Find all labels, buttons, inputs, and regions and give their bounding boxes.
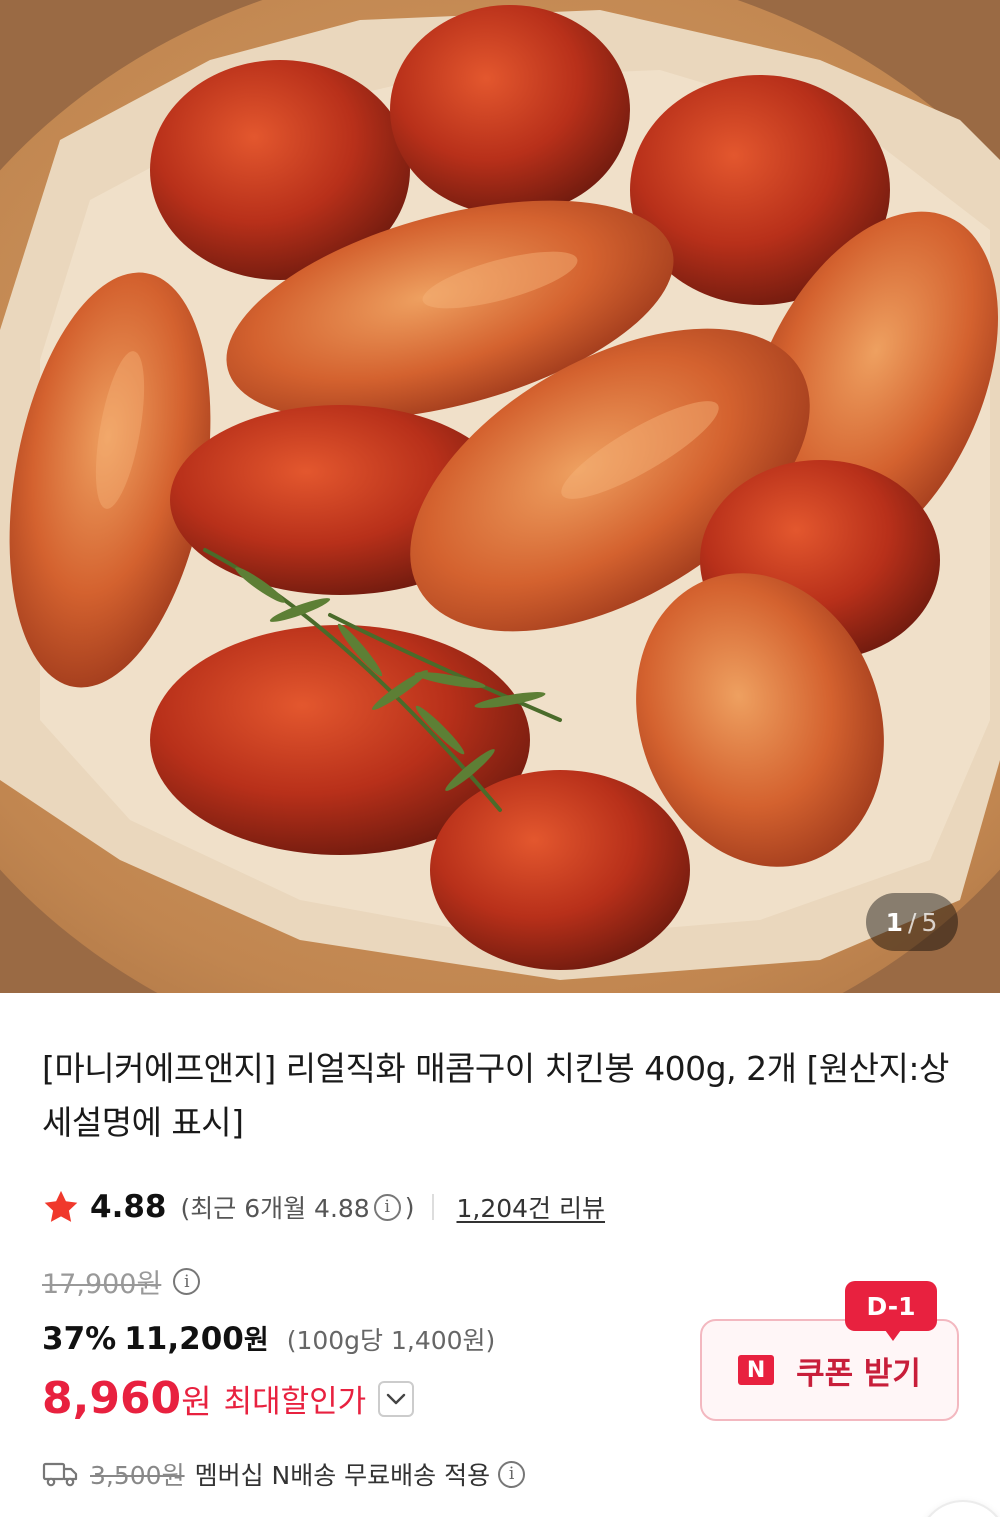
coupon-dday-badge: D-1: [845, 1281, 937, 1341]
info-icon[interactable]: i: [373, 1193, 401, 1221]
product-title: [마니커에프앤지] 리얼직화 매콤구이 치킨봉 400g, 2개 [원산지:상세…: [42, 1049, 949, 1142]
rating-value: 4.88: [90, 1189, 167, 1225]
gallery-current: 1: [885, 907, 905, 937]
final-price-number: 8,960: [42, 1373, 182, 1424]
sale-price-row: 37% 11,200원 (100g당 1,400원): [42, 1318, 495, 1357]
review-count-link[interactable]: 1,204건 리뷰: [456, 1189, 605, 1225]
coupon-label: 쿠폰 받기: [796, 1355, 921, 1392]
naver-n-icon: N: [738, 1355, 775, 1385]
shipping-info-icon[interactable]: i: [498, 1460, 526, 1488]
shipping-text: 멤버십 N배송 무료배송 적용: [194, 1461, 491, 1490]
original-shipping-fee: 3,500원: [90, 1461, 185, 1490]
recent-rating-text: (최근 6개월 4.88: [180, 1194, 370, 1223]
gallery-page-indicator: 1 / 5: [866, 893, 958, 951]
star-icon: [44, 1190, 78, 1222]
max-discount-label: 최대할인가: [223, 1384, 367, 1420]
sale-price-unit: 원: [243, 1325, 269, 1356]
product-image[interactable]: 1 / 5: [0, 0, 1000, 993]
chevron-down-icon: [386, 1393, 406, 1404]
rating-row: 4.88 (최근 6개월 4.88 i ) 1,204건 리뷰: [42, 1184, 605, 1230]
sale-price: 11,200원: [124, 1318, 268, 1357]
truck-icon: [42, 1462, 78, 1487]
shipping-row: 3,500원 멤버십 N배송 무료배송 적용 i: [42, 1456, 529, 1492]
sale-price-number: 11,200: [124, 1321, 244, 1357]
coupon-button[interactable]: N 쿠폰 받기: [700, 1319, 959, 1421]
chicken-photo: [0, 0, 1000, 993]
gallery-separator: /: [908, 907, 918, 937]
divider: [432, 1194, 435, 1220]
unit-price: (100g당 1,400원): [286, 1326, 496, 1355]
recent-rating-close: ): [404, 1192, 415, 1222]
price-info-icon[interactable]: i: [173, 1268, 201, 1295]
recent-rating: (최근 6개월 4.88 i ): [181, 1189, 415, 1225]
gallery-total: 5: [921, 907, 939, 937]
discount-rate: 37%: [42, 1321, 117, 1357]
original-price-row: 17,900원 i: [42, 1262, 204, 1301]
final-price-unit: 원: [181, 1382, 212, 1421]
original-price: 17,900원: [42, 1269, 162, 1300]
final-price-row[interactable]: 8,960원 최대할인가: [42, 1373, 415, 1424]
final-price: 8,960원: [42, 1373, 212, 1424]
expand-discount-button[interactable]: [378, 1380, 415, 1417]
floating-button[interactable]: [918, 1500, 1000, 1517]
